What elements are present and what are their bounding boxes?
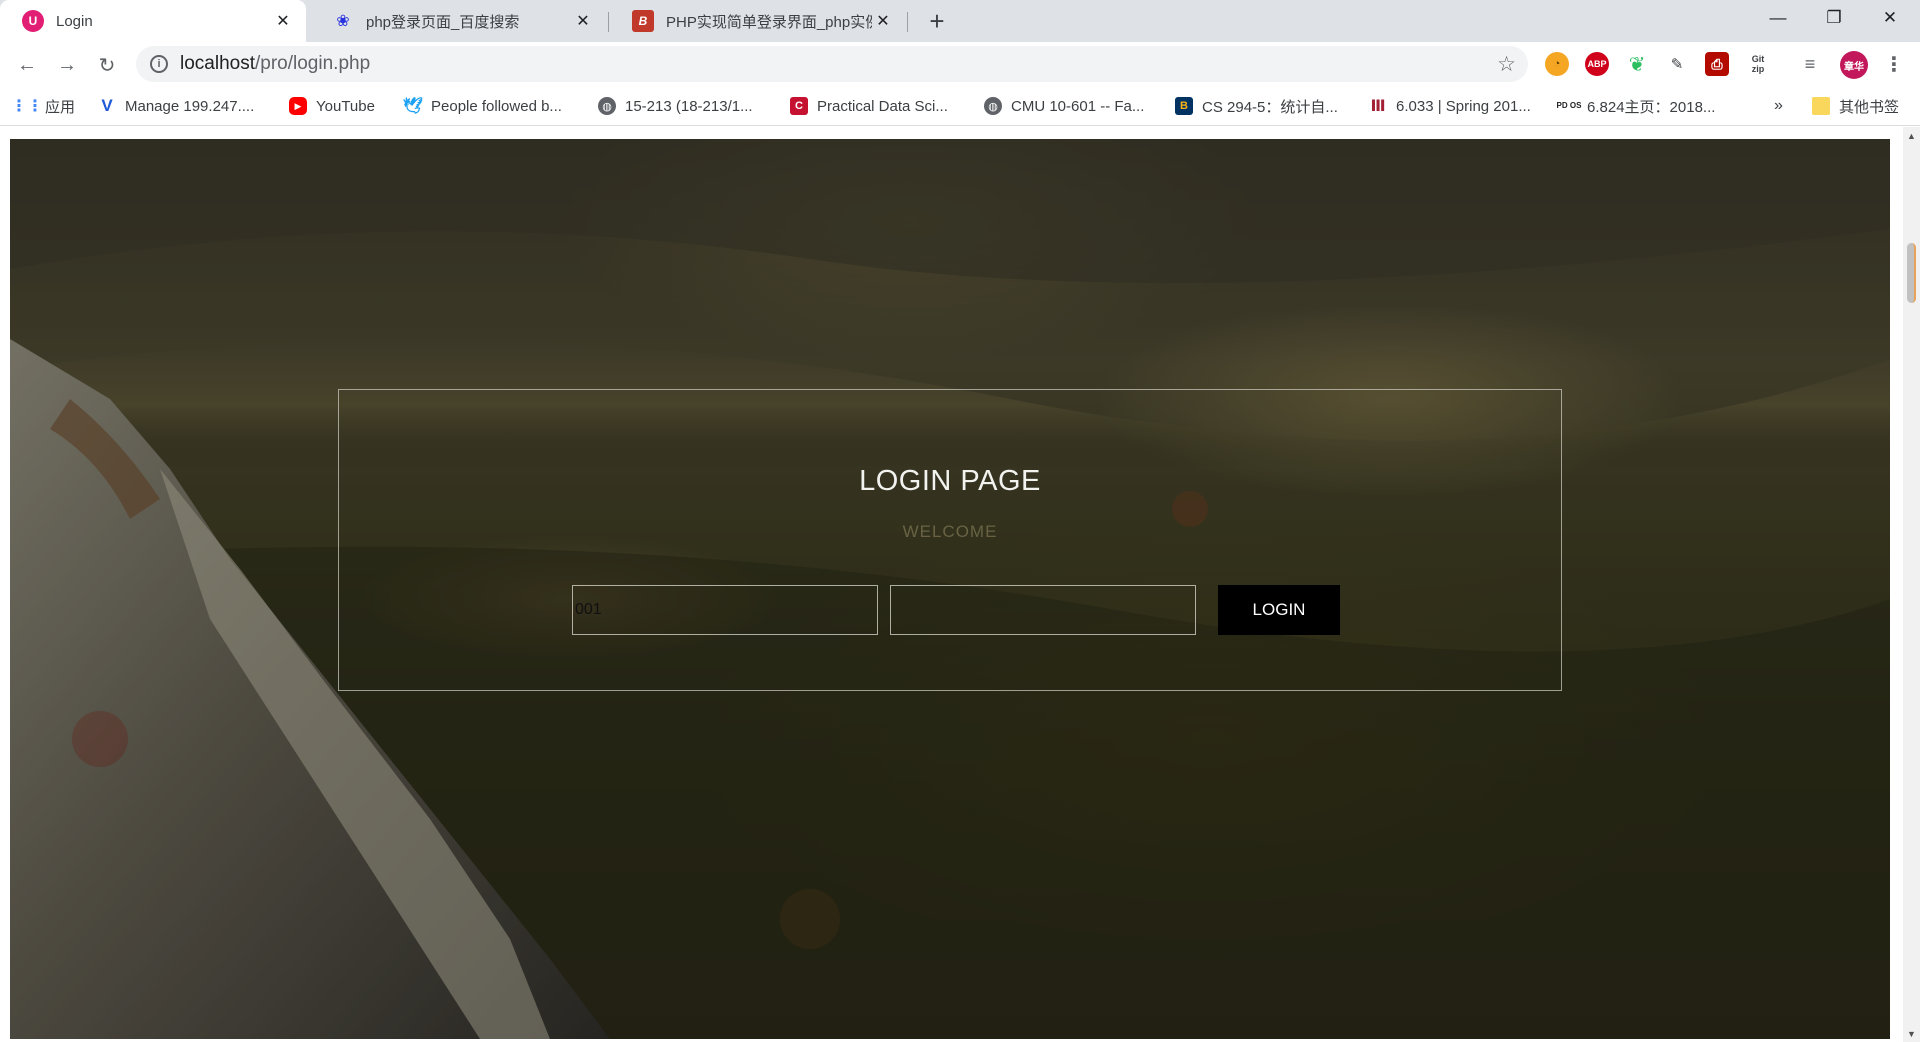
- address-bar[interactable]: i localhost/pro/login.php ☆: [136, 46, 1528, 82]
- adblock-plus-icon[interactable]: ABP: [1585, 52, 1609, 76]
- forward-button[interactable]: →: [52, 50, 82, 80]
- page-viewport: LOGIN PAGE WELCOME LOGIN: [0, 127, 1920, 1042]
- menu-icon[interactable]: ⋮: [1882, 52, 1906, 76]
- bookmarks-bar: ⋮⋮ 应用 V Manage 199.247.... ▶ YouTube 🕊 P…: [0, 86, 1920, 126]
- bookmark-label: 其他书签: [1839, 98, 1900, 116]
- profile-avatar[interactable]: 章华: [1840, 51, 1868, 79]
- baidu-paw-icon: ❀: [336, 13, 350, 30]
- scroll-down-arrow-icon[interactable]: ▼: [1903, 1025, 1920, 1042]
- globe-icon: ◍: [598, 97, 616, 115]
- bookmark-youtube[interactable]: ▶ YouTube: [289, 94, 375, 118]
- tab-baidu-search[interactable]: ❀ php登录页面_百度搜索 ✕: [310, 0, 606, 42]
- minimize-icon: —: [1769, 8, 1787, 27]
- back-button[interactable]: ←: [12, 50, 42, 80]
- info-icon[interactable]: i: [150, 55, 168, 73]
- avatar-label: 章华: [1844, 61, 1864, 73]
- scroll-thumb[interactable]: [1907, 243, 1916, 303]
- bookmark-vultr[interactable]: V Manage 199.247....: [98, 94, 254, 118]
- bookmark-cmu-10-601[interactable]: ◍ CMU 10-601 -- Fa...: [984, 94, 1144, 118]
- mit-icon: Ⅲ: [1370, 98, 1386, 115]
- bookmark-label: CS 294-5：统计自...: [1202, 98, 1338, 116]
- tab-title: php登录页面_百度搜索: [366, 13, 520, 31]
- bookmark-other-folder[interactable]: 其他书签: [1812, 94, 1899, 118]
- bootstrap-icon: U: [22, 10, 44, 32]
- url-host: localhost: [180, 53, 255, 74]
- close-icon[interactable]: ✕: [272, 10, 294, 32]
- translate-icon[interactable]: ✎: [1665, 52, 1689, 76]
- youtube-icon: ▶: [289, 97, 307, 115]
- bookmark-label: 15-213 (18-213/1...: [625, 97, 753, 115]
- tab-php-login-article[interactable]: B PHP实现简单登录界面_php实例 ✕: [610, 0, 906, 42]
- url-path: /pro/login.php: [255, 53, 371, 74]
- scroll-up-arrow-icon[interactable]: ▲: [1903, 127, 1920, 144]
- bookmarks-overflow-button[interactable]: »: [1774, 94, 1783, 118]
- tampermonkey-icon[interactable]: ◔: [1545, 52, 1569, 76]
- bookmark-label: Practical Data Sci...: [817, 97, 948, 115]
- bookmark-label: 6.033 | Spring 201...: [1396, 97, 1531, 115]
- vertical-scrollbar[interactable]: ▲ ▼: [1903, 127, 1920, 1042]
- twitter-icon: 🕊: [402, 98, 424, 115]
- browser-toolbar: ← → ↻ i localhost/pro/login.php ☆ ◔ ABP …: [0, 42, 1920, 86]
- bookmark-star-icon[interactable]: ☆: [1497, 52, 1516, 77]
- arrow-left-icon: ←: [17, 53, 37, 76]
- bookmark-6-824[interactable]: PD OS 6.824主页：2018...: [1556, 94, 1716, 118]
- restore-button[interactable]: ❐: [1806, 0, 1862, 36]
- bookmark-label: People followed b...: [431, 97, 562, 115]
- reload-button[interactable]: ↻: [92, 50, 122, 80]
- reading-list-icon[interactable]: ≡: [1798, 52, 1822, 76]
- tab-strip: U Login ✕ ❀ php登录页面_百度搜索 ✕ B PHP实现简单登录界面…: [0, 0, 1920, 42]
- bookmark-label: 应用: [45, 98, 76, 116]
- vultr-icon: V: [101, 96, 113, 115]
- bookmark-6-033[interactable]: Ⅲ 6.033 | Spring 201...: [1369, 94, 1531, 118]
- login-panel: LOGIN PAGE WELCOME LOGIN: [338, 389, 1562, 691]
- bookmark-label: Manage 199.247....: [125, 97, 255, 115]
- new-tab-button[interactable]: +: [922, 6, 952, 36]
- jb51-icon: B: [632, 10, 654, 32]
- bookmark-label: YouTube: [316, 97, 375, 115]
- globe-icon: ◍: [984, 97, 1002, 115]
- pdf-icon[interactable]: ⎙: [1705, 52, 1729, 76]
- minimize-button[interactable]: —: [1750, 0, 1806, 36]
- pdos-icon: PD OS: [1556, 101, 1582, 110]
- close-window-button[interactable]: ✕: [1862, 0, 1918, 36]
- username-input[interactable]: [572, 585, 878, 635]
- close-icon[interactable]: ✕: [572, 10, 594, 32]
- bookmark-practical-data-science[interactable]: C Practical Data Sci...: [790, 94, 948, 118]
- restore-icon: ❐: [1826, 8, 1842, 27]
- password-input[interactable]: [890, 585, 1196, 635]
- tab-title: Login: [56, 12, 93, 30]
- evernote-icon[interactable]: ❦: [1625, 52, 1649, 76]
- tab-login[interactable]: U Login ✕: [0, 0, 306, 42]
- berkeley-icon: B: [1175, 97, 1193, 115]
- close-icon: ✕: [1882, 8, 1898, 27]
- abp-label: ABP: [1587, 59, 1607, 69]
- welcome-subtitle: WELCOME: [902, 522, 998, 541]
- bookmark-twitter[interactable]: 🕊 People followed b...: [402, 94, 562, 118]
- page-title: LOGIN PAGE: [859, 465, 1041, 497]
- hero-background: LOGIN PAGE WELCOME LOGIN: [10, 139, 1890, 1039]
- bookmark-label: 6.824主页：2018...: [1587, 98, 1716, 116]
- tab-separator: [608, 12, 609, 32]
- chevron-double-right-icon: »: [1774, 97, 1783, 114]
- tab-title: PHP实现简单登录界面_php实例: [666, 13, 872, 31]
- gitzip-icon[interactable]: Git zip: [1745, 52, 1771, 76]
- login-button[interactable]: LOGIN: [1218, 585, 1340, 635]
- gitzip-label: Git zip: [1751, 54, 1765, 74]
- url-text[interactable]: localhost/pro/login.php: [180, 53, 370, 75]
- cmu-icon: C: [790, 97, 808, 115]
- arrow-right-icon: →: [57, 53, 77, 76]
- reload-icon: ↻: [98, 54, 116, 77]
- tab-separator: [907, 12, 908, 32]
- bookmark-label: CMU 10-601 -- Fa...: [1011, 97, 1145, 115]
- bookmark-15-213[interactable]: ◍ 15-213 (18-213/1...: [598, 94, 753, 118]
- bookmark-cs-294-5[interactable]: B CS 294-5：统计自...: [1175, 94, 1338, 118]
- bookmark-apps[interactable]: ⋮⋮ 应用: [11, 94, 76, 118]
- close-icon[interactable]: ✕: [872, 10, 894, 32]
- folder-icon: [1812, 97, 1830, 115]
- apps-grid-icon: ⋮⋮: [11, 98, 43, 115]
